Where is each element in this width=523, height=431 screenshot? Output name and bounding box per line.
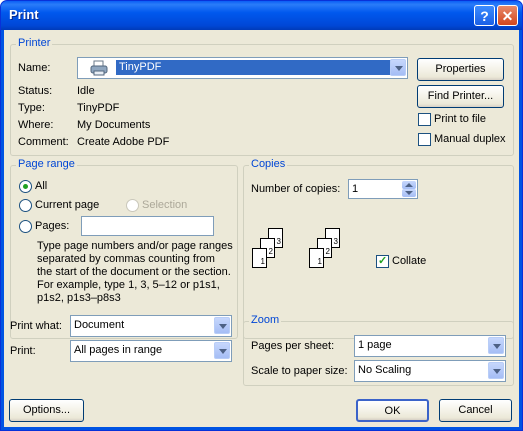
cancel-button[interactable]: Cancel [439, 399, 512, 422]
collate-label[interactable]: Collate [392, 255, 426, 267]
print-what-value: Document [74, 319, 125, 331]
page-range-group-label: Page range [16, 158, 77, 170]
printer-name-value: TinyPDF [116, 60, 394, 75]
collate-checkbox[interactable]: ✓ [376, 255, 389, 268]
copies-value: 1 [352, 183, 359, 195]
scale-to-paper-value: No Scaling [358, 364, 412, 376]
pages-per-sheet-select[interactable]: 1 page [354, 335, 506, 357]
comment-label: Comment: [18, 136, 69, 148]
printer-group-label: Printer [16, 37, 53, 49]
where-label: Where: [18, 119, 54, 131]
close-icon: ✕ [501, 8, 514, 24]
properties-button[interactable]: Properties [417, 58, 504, 81]
spin-up-icon[interactable] [402, 181, 416, 189]
all-radio[interactable] [19, 180, 32, 193]
copies-spin-input[interactable]: 1 [348, 179, 418, 199]
all-label[interactable]: All [35, 180, 47, 192]
print-value: All pages in range [74, 344, 163, 356]
spin-down-icon[interactable] [402, 189, 416, 197]
pages-label[interactable]: Pages: [35, 220, 69, 232]
chevron-down-icon[interactable] [390, 59, 406, 76]
number-of-copies-label: Number of copies: [251, 183, 341, 195]
options-button[interactable]: Options... [9, 399, 84, 422]
comment-value: Create Adobe PDF [77, 136, 170, 148]
printer-group: Printer Name: TinyPDF Status: Idle Type:… [10, 37, 514, 156]
pages-per-sheet-label: Pages per sheet: [251, 340, 335, 352]
status-value: Idle [77, 85, 95, 97]
manual-duplex-label[interactable]: Manual duplex [434, 133, 506, 145]
page-stack-1: 3 2 1 [252, 208, 292, 274]
pages-radio[interactable] [19, 220, 32, 233]
chevron-down-icon[interactable] [488, 337, 504, 354]
find-printer-button[interactable]: Find Printer... [417, 85, 504, 108]
page-stack-2: 3 2 1 [309, 208, 349, 274]
print-select[interactable]: All pages in range [70, 340, 232, 362]
chevron-down-icon[interactable] [214, 317, 230, 334]
copies-group: Copies Number of copies: 1 3 2 1 3 2 1 ✓… [243, 158, 514, 339]
page-range-help: Type page numbers and/or page ranges sep… [37, 240, 233, 304]
title-bar[interactable]: Print ? ✕ [1, 1, 522, 30]
checkmark-icon: ✓ [378, 255, 388, 267]
page-range-group: Page range All Current page Selection Pa… [10, 158, 238, 339]
status-label: Status: [18, 85, 53, 97]
print-dialog: Print ? ✕ Printer Name: TinyPDF Status: … [0, 0, 523, 431]
selection-label[interactable]: Selection [142, 199, 187, 211]
print-label: Print: [10, 345, 36, 357]
pages-per-sheet-value: 1 page [358, 339, 392, 351]
type-label: Type: [18, 102, 45, 114]
scale-to-paper-select[interactable]: No Scaling [354, 360, 506, 382]
chevron-down-icon[interactable] [488, 362, 504, 379]
zoom-group: Zoom Pages per sheet: 1 page Scale to pa… [243, 314, 514, 386]
zoom-group-label: Zoom [249, 314, 282, 326]
copies-group-label: Copies [249, 158, 288, 170]
scale-to-paper-label: Scale to paper size: [251, 365, 348, 377]
chevron-down-icon[interactable] [214, 342, 230, 359]
question-mark-icon: ? [480, 8, 489, 24]
close-button[interactable]: ✕ [497, 5, 518, 26]
collate-illustration: 3 2 1 3 2 1 [252, 208, 364, 274]
print-what-label: Print what: [10, 320, 62, 332]
manual-duplex-checkbox[interactable] [418, 133, 431, 146]
type-value: TinyPDF [77, 102, 120, 114]
window-title: Print [9, 7, 39, 22]
where-value: My Documents [77, 119, 151, 131]
current-page-radio[interactable] [19, 199, 32, 212]
ok-button[interactable]: OK [356, 399, 429, 422]
page-icon-1: 1 [252, 248, 267, 268]
selection-radio[interactable] [126, 199, 139, 212]
pages-input[interactable] [81, 216, 214, 236]
print-to-file-checkbox[interactable] [418, 113, 431, 126]
page-icon-1: 1 [309, 248, 324, 268]
dialog-body: Printer Name: TinyPDF Status: Idle Type:… [4, 30, 519, 427]
current-page-label[interactable]: Current page [35, 199, 99, 211]
printer-name-select[interactable]: TinyPDF [77, 57, 408, 79]
print-to-file-label[interactable]: Print to file [434, 113, 486, 125]
printer-icon [89, 60, 109, 76]
help-button[interactable]: ? [474, 5, 495, 26]
print-what-select[interactable]: Document [70, 315, 232, 337]
name-label: Name: [18, 62, 51, 74]
